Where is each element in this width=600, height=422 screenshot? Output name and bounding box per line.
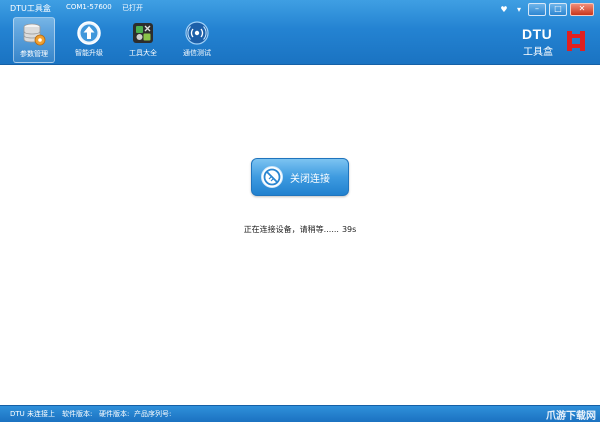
port-status: 已打开 (122, 4, 143, 12)
disconnect-icon (261, 166, 283, 188)
port-info: COM1-57600 (66, 3, 112, 11)
maximize-button[interactable]: □ (549, 2, 567, 16)
tool-label: 参数管理 (20, 50, 48, 58)
watermark: 爪游下载网 (546, 411, 596, 422)
main-toolbar: 参数管理 智能升级 工具大全 通信测试 (6, 17, 224, 63)
tool-smart-upgrade[interactable]: 智能升级 (62, 17, 116, 61)
status-text: 正在连接设备，请稍等...... (243, 225, 339, 234)
upgrade-arrow-icon (77, 21, 101, 45)
connection-status-message: 正在连接设备，请稍等...... 39s (0, 224, 600, 235)
main-content (0, 65, 600, 405)
database-settings-icon (23, 23, 46, 46)
tool-toolbox[interactable]: 工具大全 (116, 17, 170, 61)
tool-comm-test[interactable]: 通信测试 (170, 17, 224, 61)
title-bar[interactable]: DTU工具盒 COM1-57600 已打开 ♥ ▾ – □ ✕ (0, 0, 600, 16)
app-title: DTU工具盒 (10, 4, 51, 13)
brand-mark-icon (567, 31, 585, 51)
close-window-button[interactable]: ✕ (570, 2, 594, 16)
signal-test-icon (185, 21, 209, 45)
close-connection-label: 关闭连接 (290, 173, 330, 185)
hardware-version: 硬件版本: (99, 410, 130, 418)
connection-status: DTU 未连接上 (10, 410, 56, 418)
toolbox-icon (133, 23, 153, 43)
brand-subtitle: 工具盒 (523, 47, 553, 58)
status-bar: DTU 未连接上 软件版本: 硬件版本: 产品序列号: 爪游下载网 (0, 405, 600, 422)
close-connection-button[interactable]: 关闭连接 (251, 158, 349, 196)
tool-label: 通信测试 (183, 49, 211, 57)
tool-param-management[interactable]: 参数管理 (13, 17, 55, 63)
window-controls: ♥ ▾ – □ ✕ (498, 2, 594, 16)
dropdown-icon[interactable]: ▾ (513, 4, 525, 15)
countdown: 39s (341, 225, 357, 234)
minimize-button[interactable]: – (528, 2, 546, 16)
serial-number: 产品序列号: (134, 410, 172, 418)
tool-label: 工具大全 (129, 49, 157, 57)
software-version: 软件版本: (62, 410, 93, 418)
app-header: DTU工具盒 COM1-57600 已打开 ♥ ▾ – □ ✕ 参数管理 智能升… (0, 0, 600, 65)
tool-label: 智能升级 (75, 49, 103, 57)
menu-icon[interactable]: ♥ (498, 4, 510, 15)
brand-name: DTU (522, 26, 553, 42)
